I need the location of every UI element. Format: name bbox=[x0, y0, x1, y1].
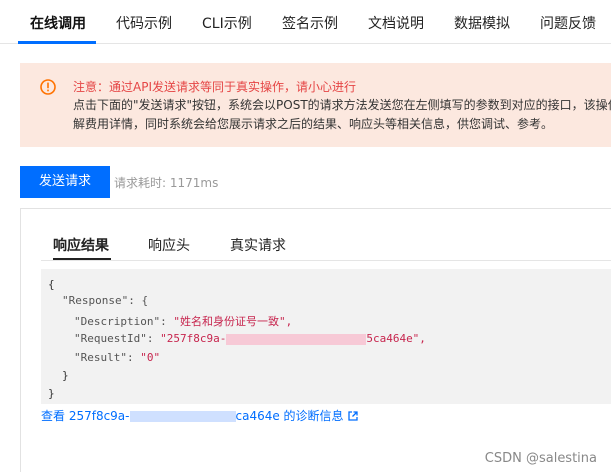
warning-text-line-1: 点击下面的"发送请求"按钮，系统会以POST的请求方法发送您在左侧填写的参数到对… bbox=[73, 98, 611, 112]
json-result-value: "0" bbox=[140, 351, 161, 364]
diagnostic-prefix: 查看 257f8c9a- bbox=[41, 409, 130, 423]
redacted-region bbox=[129, 411, 236, 422]
response-json-viewer[interactable]: { "Response": { "Description": "姓名和身份证号一… bbox=[41, 269, 611, 404]
send-request-button[interactable]: 发送请求 bbox=[20, 166, 110, 198]
redacted-region bbox=[226, 333, 367, 345]
tab-online-call[interactable]: 在线调用 bbox=[30, 13, 86, 33]
external-link-icon bbox=[347, 411, 358, 421]
response-panel: 响应结果 响应头 真实请求 { "Response": { "Descripti… bbox=[20, 208, 611, 472]
tab-response-headers[interactable]: 响应头 bbox=[148, 235, 190, 255]
tab-data-mock[interactable]: 数据模拟 bbox=[454, 13, 510, 33]
json-description-key: "Description": bbox=[74, 315, 174, 328]
json-description-line: "Description": "姓名和身份证号一致", bbox=[74, 313, 292, 329]
json-outer-close: } bbox=[48, 387, 55, 400]
json-request-id-suffix: 5ca464e", bbox=[366, 332, 426, 345]
tab-response-result[interactable]: 响应结果 bbox=[53, 235, 109, 255]
subtab-divider bbox=[41, 260, 611, 261]
diagnostic-info-link[interactable]: 查看 257f8c9a-ca464e 的诊断信息 bbox=[41, 407, 358, 424]
tab-code-example[interactable]: 代码示例 bbox=[116, 13, 172, 33]
tab-signature-example[interactable]: 签名示例 bbox=[282, 13, 338, 33]
tab-real-request[interactable]: 真实请求 bbox=[230, 235, 286, 255]
warning-text-line-2: 解费用详情，同时系统会给您展示请求之后的结果、响应头等相关信息，供您调试、参考。 bbox=[73, 117, 554, 131]
json-request-id-line: "RequestId": "257f8c9a- 5ca464e", bbox=[74, 332, 426, 345]
diagnostic-suffix: ca464e 的诊断信息 bbox=[235, 409, 344, 423]
top-tab-bar: 在线调用 代码示例 CLI示例 签名示例 文档说明 数据模拟 问题反馈 bbox=[0, 0, 611, 44]
request-duration: 请求耗时: 1171ms bbox=[114, 176, 219, 190]
tab-cli-example[interactable]: CLI示例 bbox=[202, 13, 252, 33]
tab-feedback[interactable]: 问题反馈 bbox=[540, 13, 596, 33]
json-inner-close: } bbox=[62, 369, 69, 382]
json-response-key: "Response": { bbox=[62, 294, 149, 307]
json-result-line: "Result": "0" bbox=[74, 351, 160, 364]
json-request-id-key: "RequestId": bbox=[74, 332, 161, 345]
warning-title: 注意：通过API发送请求等同于真实操作，请小心进行 bbox=[73, 80, 356, 94]
json-request-id-prefix: "257f8c9a- bbox=[160, 332, 227, 345]
json-result-key: "Result": bbox=[74, 351, 141, 364]
json-open-brace: { bbox=[48, 278, 55, 291]
json-description-value: "姓名和身份证号一致", bbox=[173, 315, 293, 328]
tab-documentation[interactable]: 文档说明 bbox=[368, 13, 424, 33]
alert-circle-icon bbox=[40, 79, 56, 95]
active-tab-indicator bbox=[18, 41, 96, 44]
warning-banner: 注意：通过API发送请求等同于真实操作，请小心进行 点击下面的"发送请求"按钮，… bbox=[20, 63, 611, 147]
watermark: CSDN @salestina bbox=[484, 451, 597, 466]
